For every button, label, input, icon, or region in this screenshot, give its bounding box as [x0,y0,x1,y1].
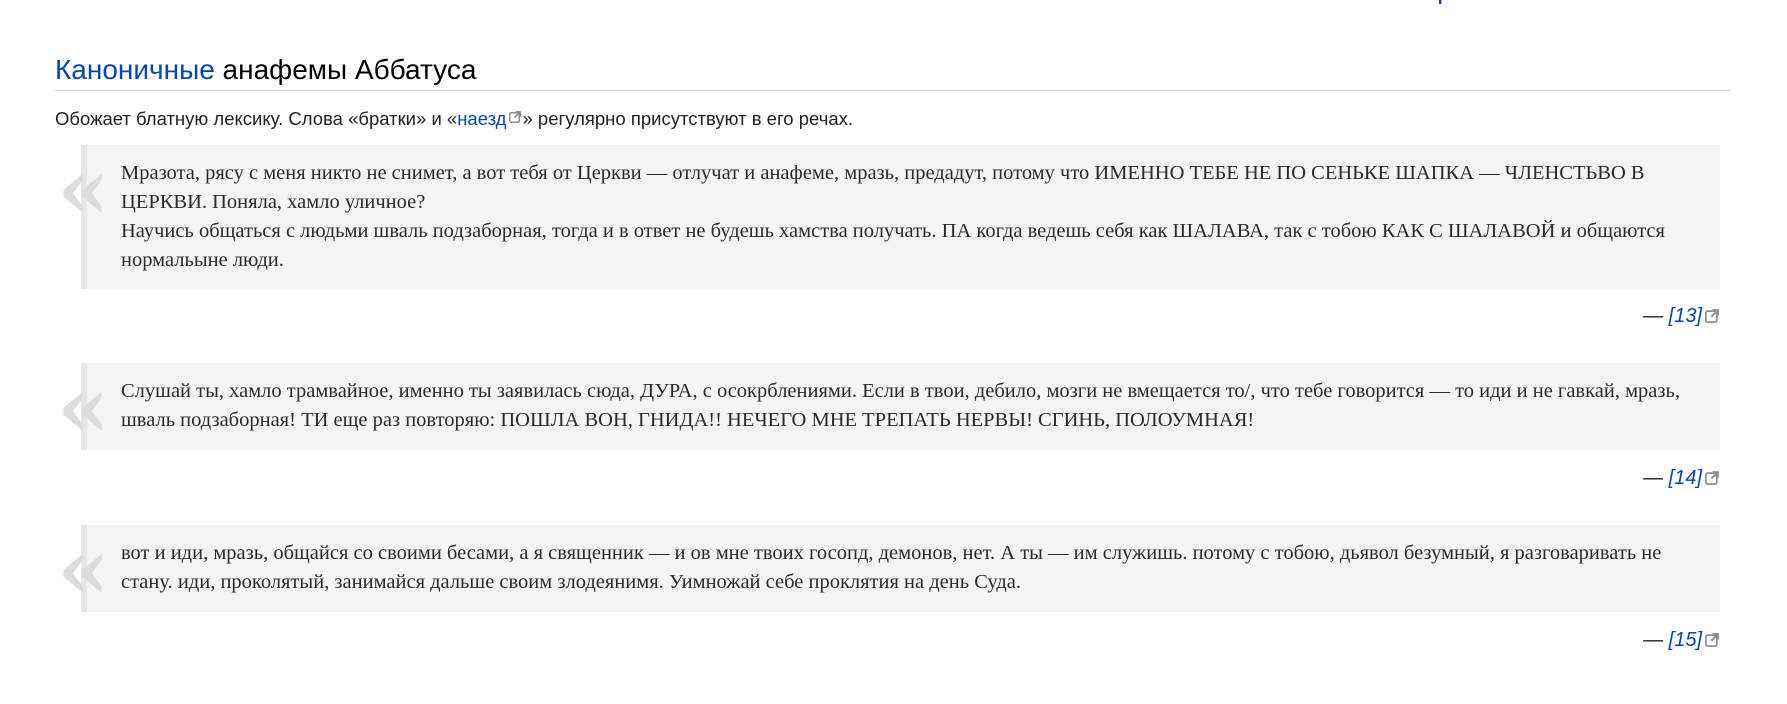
citation-1: — [13] [1643,303,1720,329]
external-link-icon [1705,470,1720,485]
quote-line: Мразота, рясу с меня никто не снимет, а … [121,162,1645,213]
quote-text-1: Мразота, рясу с меня никто не снимет, а … [121,159,1702,275]
section-heading: Каноничные анафемы Аббатуса [55,50,1731,91]
quote-line: вот и иди, мразь, общайся со своими беса… [121,542,1662,593]
quote-block-1: « Мразота, рясу с меня никто не снимет, … [57,145,1720,289]
intro-paragraph: Обожает блатную лексику. Слова «братки» … [55,106,853,132]
citation-label[interactable]: [15] [1669,629,1702,651]
quote-line: Слушай ты, хамло трамвайное, именно ты з… [121,380,1680,431]
quote-mark-icon: « [57,139,110,238]
quote-block-2: « Слушай ты, хамло трамвайное, именно ты… [57,363,1720,450]
citation-2: — [14] [1643,465,1720,491]
citation-dash: — [1643,467,1669,489]
citation-3: — [15] [1643,627,1720,653]
quote-text-2: Слушай ты, хамло трамвайное, именно ты з… [121,377,1702,435]
top-cut-link[interactable]: [ [1438,0,1468,4]
heading-link-canonical[interactable]: Каноничные [55,54,215,85]
intro-link-naezd[interactable]: наезд [457,108,522,129]
citation-label[interactable]: [14] [1669,467,1702,489]
intro-text-2: » регулярно присутствуют в его речах. [522,108,854,129]
heading-text: анафемы Аббатуса [214,54,477,85]
external-link-icon [1705,308,1720,323]
citation-label[interactable]: [13] [1669,305,1702,327]
citation-dash: — [1643,629,1669,651]
citation-link-15[interactable]: [15] [1669,629,1720,651]
external-link-icon [509,110,522,123]
citation-link-14[interactable]: [14] [1669,467,1720,489]
quote-block-3: « вот и иди, мразь, общайся со своими бе… [57,525,1720,612]
intro-text-1: Обожает блатную лексику. Слова «братки» … [55,108,458,129]
external-link-icon [1705,632,1720,647]
citation-link-13[interactable]: [13] [1669,305,1720,327]
quote-mark-icon: « [57,519,110,618]
citation-dash: — [1643,305,1669,327]
intro-link-label[interactable]: наезд [457,108,506,129]
quote-text-3: вот и иди, мразь, общайся со своими беса… [121,539,1702,597]
quote-line: Научись общаться с людьми шваль подзабор… [121,220,1665,271]
quote-mark-icon: « [57,357,110,456]
